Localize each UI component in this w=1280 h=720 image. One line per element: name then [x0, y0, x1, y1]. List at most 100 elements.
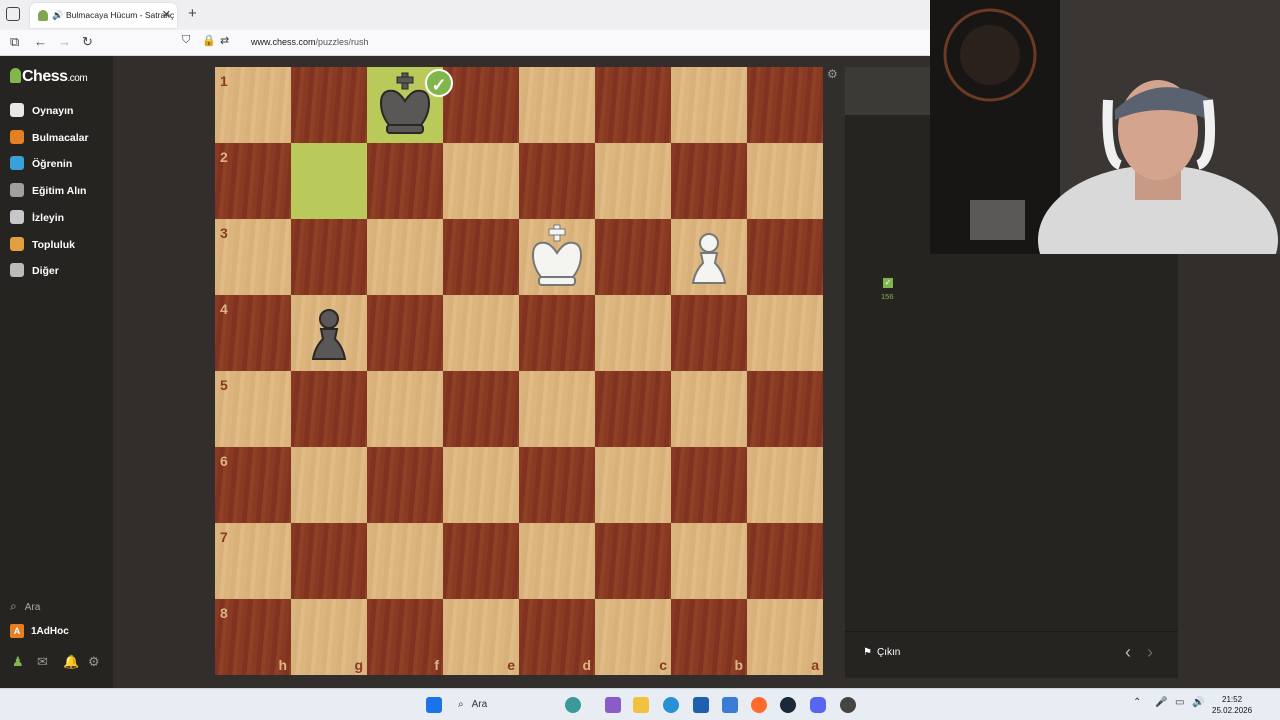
- volume-icon[interactable]: 🔊: [1192, 697, 1204, 708]
- discord-icon[interactable]: [810, 697, 826, 713]
- square-f2[interactable]: [367, 143, 443, 219]
- square-f6[interactable]: [367, 447, 443, 523]
- square-f5[interactable]: [367, 371, 443, 447]
- back-icon[interactable]: ←: [34, 34, 47, 49]
- outlook-icon[interactable]: [722, 697, 738, 713]
- edge-icon[interactable]: [663, 697, 679, 713]
- close-tab-icon[interactable]: ✕: [162, 3, 171, 28]
- browser-tab-active[interactable]: 🔊 Bulmacaya Hücum - Satranç ✕: [30, 3, 177, 28]
- square-g1[interactable]: [291, 67, 367, 143]
- square-b7[interactable]: [671, 523, 747, 599]
- sidebar-item-1[interactable]: Bulmacalar: [10, 128, 110, 148]
- app-icon-2[interactable]: [840, 697, 856, 713]
- square-c3[interactable]: [595, 219, 671, 295]
- network-icon[interactable]: ▭: [1175, 697, 1184, 708]
- square-b5[interactable]: [671, 371, 747, 447]
- square-a4[interactable]: [747, 295, 823, 371]
- square-g3[interactable]: [291, 219, 367, 295]
- sidebar-item-5[interactable]: Topluluk: [10, 235, 110, 255]
- sidebar-toggle-icon[interactable]: ⧉: [10, 34, 19, 50]
- square-h5[interactable]: 5: [215, 371, 291, 447]
- sidebar-item-2[interactable]: Öğrenin: [10, 154, 110, 174]
- messages-icon[interactable]: ✉: [37, 654, 48, 670]
- square-c2[interactable]: [595, 143, 671, 219]
- square-d5[interactable]: [519, 371, 595, 447]
- windows-start-icon[interactable]: [426, 697, 442, 713]
- square-g7[interactable]: [291, 523, 367, 599]
- square-a7[interactable]: [747, 523, 823, 599]
- square-d3[interactable]: [519, 219, 595, 295]
- square-c4[interactable]: [595, 295, 671, 371]
- white-pawn-piece[interactable]: [671, 219, 747, 295]
- square-e4[interactable]: [443, 295, 519, 371]
- square-h4[interactable]: 4: [215, 295, 291, 371]
- steam-icon[interactable]: [780, 697, 796, 713]
- square-a1[interactable]: [747, 67, 823, 143]
- shield-icon[interactable]: ⛉: [182, 34, 190, 47]
- previous-arrow-icon[interactable]: ‹: [1125, 642, 1131, 663]
- sidebar-item-3[interactable]: Eğitim Alın: [10, 181, 110, 201]
- square-h8[interactable]: 8h: [215, 599, 291, 675]
- taskbar-search[interactable]: ⌕ Ara: [458, 699, 487, 710]
- square-c6[interactable]: [595, 447, 671, 523]
- firefox-icon[interactable]: [751, 697, 767, 713]
- microphone-icon[interactable]: 🎤: [1155, 697, 1167, 708]
- square-a6[interactable]: [747, 447, 823, 523]
- square-b4[interactable]: [671, 295, 747, 371]
- square-e7[interactable]: [443, 523, 519, 599]
- square-e3[interactable]: [443, 219, 519, 295]
- square-d7[interactable]: [519, 523, 595, 599]
- audio-icon[interactable]: 🔊: [52, 3, 63, 28]
- file-explorer-icon[interactable]: [633, 697, 649, 713]
- square-b6[interactable]: [671, 447, 747, 523]
- square-d6[interactable]: [519, 447, 595, 523]
- black-pawn-piece[interactable]: [291, 295, 367, 371]
- tab-list-icon[interactable]: [6, 7, 20, 21]
- chess-board[interactable]: 12345678hgfedcba: [215, 67, 823, 675]
- reload-icon[interactable]: ↻: [82, 34, 93, 50]
- sidebar-item-4[interactable]: İzleyin: [10, 208, 110, 228]
- square-f8[interactable]: f: [367, 599, 443, 675]
- new-tab-icon[interactable]: +: [188, 5, 197, 22]
- square-b8[interactable]: b: [671, 599, 747, 675]
- square-e2[interactable]: [443, 143, 519, 219]
- square-g5[interactable]: [291, 371, 367, 447]
- square-b1[interactable]: [671, 67, 747, 143]
- taskbar-clock[interactable]: 21:52 25.02.2026: [1212, 694, 1252, 716]
- square-e8[interactable]: e: [443, 599, 519, 675]
- square-f7[interactable]: [367, 523, 443, 599]
- square-e6[interactable]: [443, 447, 519, 523]
- notifications-icon[interactable]: 🔔: [63, 654, 79, 670]
- sidebar-search[interactable]: ⌕ Ara: [10, 599, 40, 614]
- square-b3[interactable]: [671, 219, 747, 295]
- user-profile[interactable]: A 1AdHoc: [10, 624, 69, 638]
- square-g6[interactable]: [291, 447, 367, 523]
- square-h1[interactable]: 1: [215, 67, 291, 143]
- next-arrow-icon[interactable]: ›: [1147, 642, 1153, 663]
- square-g8[interactable]: g: [291, 599, 367, 675]
- square-a5[interactable]: [747, 371, 823, 447]
- square-g2[interactable]: [291, 143, 367, 219]
- square-a2[interactable]: [747, 143, 823, 219]
- square-g4[interactable]: [291, 295, 367, 371]
- square-h7[interactable]: 7: [215, 523, 291, 599]
- widgets-icon[interactable]: [565, 697, 581, 713]
- tray-chevron-icon[interactable]: ⌃: [1133, 697, 1141, 708]
- store-icon[interactable]: [605, 697, 621, 713]
- square-f4[interactable]: [367, 295, 443, 371]
- square-d8[interactable]: d: [519, 599, 595, 675]
- lock-icon[interactable]: 🔒: [202, 34, 216, 47]
- square-h3[interactable]: 3: [215, 219, 291, 295]
- square-h2[interactable]: 2: [215, 143, 291, 219]
- square-c5[interactable]: [595, 371, 671, 447]
- sidebar-item-6[interactable]: Diğer: [10, 261, 110, 281]
- address-bar[interactable]: www.chess.com/puzzles/rush: [251, 37, 369, 47]
- square-h6[interactable]: 6: [215, 447, 291, 523]
- square-c8[interactable]: c: [595, 599, 671, 675]
- square-d4[interactable]: [519, 295, 595, 371]
- square-e1[interactable]: [443, 67, 519, 143]
- permissions-icon[interactable]: ⇄: [220, 34, 229, 47]
- square-c7[interactable]: [595, 523, 671, 599]
- square-b2[interactable]: [671, 143, 747, 219]
- settings-gear-icon[interactable]: ⚙: [88, 654, 100, 670]
